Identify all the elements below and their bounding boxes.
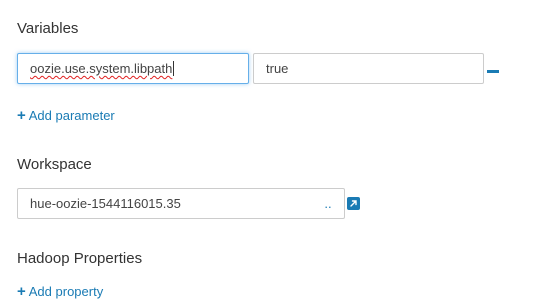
variable-name-input[interactable]: oozie.use.system.libpath (17, 53, 249, 84)
workspace-path-value: hue-oozie-1544116015.35 (30, 196, 181, 211)
external-link-icon[interactable] (347, 197, 360, 210)
hadoop-properties-title: Hadoop Properties (17, 250, 143, 267)
variable-value-text: true (266, 61, 289, 76)
plus-icon: + (17, 283, 26, 300)
add-parameter-link[interactable]: + Add parameter (17, 108, 115, 123)
remove-variable-minus-icon[interactable] (487, 70, 499, 73)
variables-title: Variables (17, 20, 79, 37)
add-property-link[interactable]: + Add property (17, 284, 103, 299)
text-caret (173, 61, 175, 76)
browse-button-label: .. (324, 196, 332, 211)
add-property-label: Add property (28, 284, 104, 299)
plus-icon: + (17, 107, 26, 124)
workspace-title: Workspace (17, 156, 92, 173)
workspace-path-input[interactable]: hue-oozie-1544116015.35 (17, 188, 313, 219)
add-parameter-label: Add parameter (28, 108, 115, 123)
variable-name-value: oozie.use.system.libpath (30, 61, 173, 76)
variable-value-input[interactable]: true (253, 53, 484, 84)
workspace-browse-button[interactable]: .. (312, 188, 345, 219)
